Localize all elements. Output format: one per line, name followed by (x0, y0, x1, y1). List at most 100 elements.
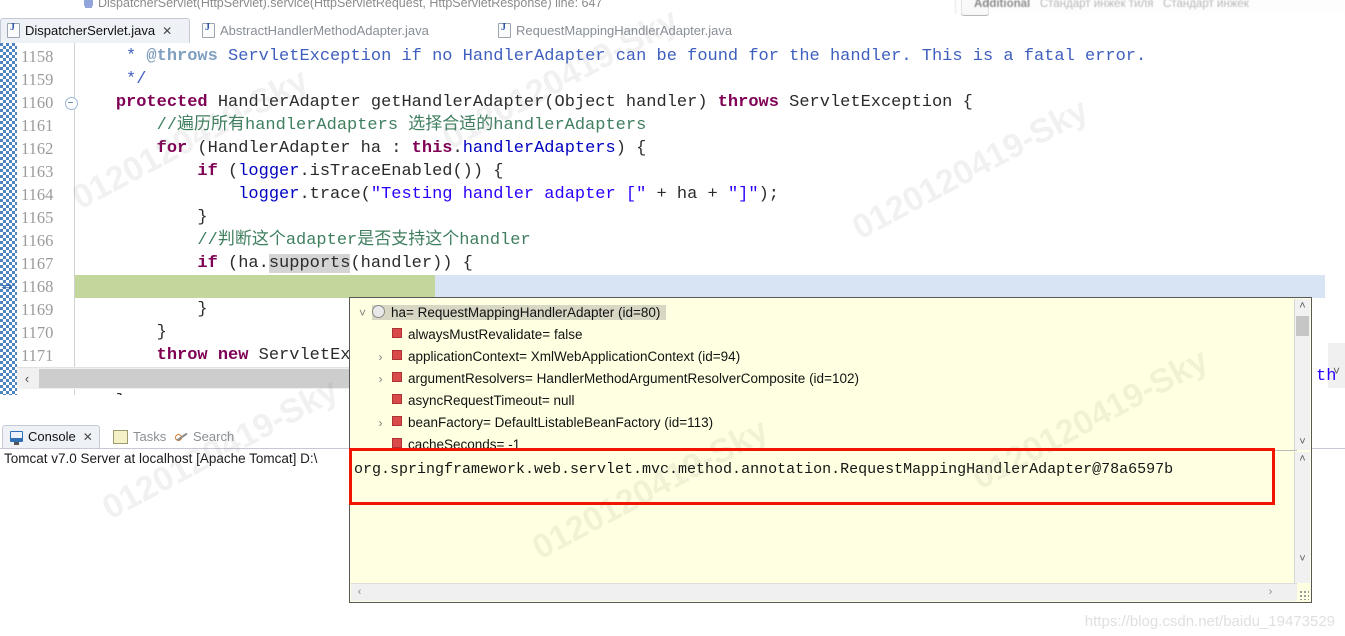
variables-col-additional: Additional (974, 0, 1031, 10)
code-token: supports (268, 254, 351, 273)
tab-search[interactable]: Search (168, 425, 241, 448)
current-instruction-pointer-icon: ⇒ (1, 278, 13, 294)
search-icon (175, 431, 189, 443)
variable-tree-row[interactable]: asyncRequestTimeout= null (350, 390, 574, 412)
scroll-up-arrow[interactable]: ˄ (1295, 452, 1310, 467)
code-token: . (452, 139, 463, 158)
line-number: 1171 (21, 346, 54, 365)
code-token: logger (238, 162, 300, 181)
code-token: ) { (615, 139, 647, 158)
code-token: //遍历所有handlerAdapters 选择合适的handlerAdapte… (75, 116, 647, 135)
variable-row-content: asyncRequestTimeout= null (392, 393, 574, 408)
editor-tab-bar: DispatcherServlet.java ✕ AbstractHandler… (0, 18, 1345, 44)
code-line: } (75, 298, 208, 321)
chevron-down-icon[interactable]: ˅ (356, 302, 369, 324)
close-icon[interactable]: ✕ (83, 430, 93, 444)
line-number: 1167 (21, 254, 54, 273)
chevron-right-icon[interactable]: › (374, 346, 387, 368)
code-token: * (75, 47, 147, 66)
scroll-right-arrow[interactable]: › (1262, 584, 1279, 601)
variable-tree-row[interactable]: › applicationContext= XmlWebApplicationCo… (350, 346, 741, 368)
console-launch-label: Tomcat v7.0 Server at localhost [Apache … (4, 451, 318, 466)
thread-frame-icon (84, 0, 93, 6)
variable-tree-row[interactable]: › beanFactory= DefaultListableBeanFactory… (350, 412, 714, 434)
code-token: (ha. (217, 254, 269, 273)
code-token: ServletException { (778, 93, 973, 112)
code-token: */ (75, 70, 147, 89)
java-file-icon (498, 22, 511, 38)
code-line: //遍历所有handlerAdapters 选择合适的handlerAdapte… (75, 114, 647, 137)
scroll-down-arrow[interactable]: ˅ (1295, 552, 1310, 567)
code-token: ( (217, 162, 239, 181)
line-number-gutter: 1158 1159 1160 1161 1162 1163 1164 1165 1166 1167… (17, 43, 78, 395)
scroll-up-arrow[interactable]: ˄ (1295, 299, 1310, 314)
field-icon (392, 350, 402, 360)
tooltip-detail-scrollbar[interactable]: ˄ ˅ (1294, 452, 1310, 583)
code-line: for (HandlerAdapter ha : this.handlerAda… (75, 137, 647, 160)
tab-label: Search (193, 429, 235, 444)
variable-tree-row[interactable]: ˅ ha= RequestMappingHandlerAdapter (id=80… (350, 302, 667, 324)
tooltip-tree-scrollbar[interactable]: ˄ ˅ (1294, 299, 1310, 450)
code-token: if (197, 254, 218, 273)
tab-console[interactable]: Console ✕ (2, 425, 100, 448)
console-icon (10, 431, 23, 445)
tab-label: Console (28, 429, 76, 444)
code-line: */ (75, 68, 146, 91)
field-icon (392, 328, 402, 338)
tab-tasks[interactable]: Tasks (106, 425, 173, 448)
tab-dispatcherservlet[interactable]: DispatcherServlet.java ✕ (0, 18, 190, 43)
variable-tree-row[interactable]: › argumentResolvers= HandlerMethodArgumen… (350, 368, 859, 390)
code-token: "]" (727, 185, 759, 204)
variable-tree-row[interactable]: alwaysMustRevalidate= false (350, 324, 582, 346)
line-number: 1166 (21, 231, 54, 250)
variables-panel-header: Additional Стандарт инжек тиля Стандарт … (955, 0, 1345, 14)
code-token: } (75, 323, 167, 342)
line-number: 1168 (21, 277, 54, 296)
code-token: } (75, 300, 208, 319)
variable-row-content: argumentResolvers= HandlerMethodArgument… (392, 371, 859, 386)
variable-tree[interactable]: ˅ ha= RequestMappingHandlerAdapter (id=80… (350, 298, 1297, 450)
chevron-right-icon[interactable]: › (374, 368, 387, 390)
line-number: 1159 (21, 70, 54, 89)
variables-col-2: Стандарт инжек (1163, 0, 1249, 10)
tab-abstracthandlermethodadapter[interactable]: AbstractHandlerMethodAdapter.java (196, 18, 437, 43)
current-line-highlight (75, 275, 435, 298)
variable-label: argumentResolvers= HandlerMethodArgument… (408, 371, 859, 386)
code-line: if (logger.isTraceEnabled()) { (75, 160, 504, 183)
resize-grip[interactable] (1299, 590, 1309, 600)
variable-label: ha= RequestMappingHandlerAdapter (id=80) (391, 305, 661, 320)
code-token: } (75, 208, 208, 227)
code-line: } (75, 206, 208, 229)
chevron-right-icon[interactable]: › (374, 412, 387, 434)
code-token: ); (758, 185, 779, 204)
variable-row-content: alwaysMustRevalidate= false (392, 327, 582, 342)
close-icon[interactable]: ✕ (162, 24, 172, 38)
watermark-url: https://blog.csdn.net/baidu_19473529 (1084, 613, 1335, 630)
code-token: .isTraceEnabled()) { (299, 162, 504, 181)
code-overhang-right: th (1316, 367, 1337, 386)
code-token: HandlerAdapter getHandlerAdapter(Object … (207, 93, 718, 112)
stack-frame-row[interactable]: DispatcherServlet(HttpServlet).service(H… (84, 0, 602, 10)
tooltip-horizontal-scrollbar[interactable]: ‹ › (351, 583, 1297, 601)
code-token: handlerAdapters (462, 139, 616, 158)
tab-label: AbstractHandlerMethodAdapter.java (220, 23, 429, 38)
code-token: "Testing handler adapter [" (370, 185, 647, 204)
stack-frame-label: DispatcherServlet(HttpServlet).service(H… (98, 0, 603, 10)
scroll-left-arrow[interactable]: ‹ (351, 584, 368, 601)
variable-label: asyncRequestTimeout= null (408, 393, 575, 408)
scroll-down-arrow[interactable]: ˅ (1295, 435, 1310, 450)
java-file-icon (7, 22, 20, 38)
line-number: 1164 (21, 185, 54, 204)
tab-requestmappinghandleradapter[interactable]: RequestMappingHandlerAdapter.java (492, 18, 740, 43)
code-line: //判断这个adapter是否支持这个handler (75, 229, 530, 252)
breakpoint-ruler[interactable] (0, 43, 17, 395)
scrollbar-thumb[interactable] (1296, 316, 1309, 336)
variables-col-1: Стандарт инжек тиля (1039, 0, 1154, 10)
field-icon (392, 372, 402, 382)
scroll-left-arrow[interactable]: ‹ (17, 368, 37, 389)
java-file-icon (202, 22, 215, 38)
